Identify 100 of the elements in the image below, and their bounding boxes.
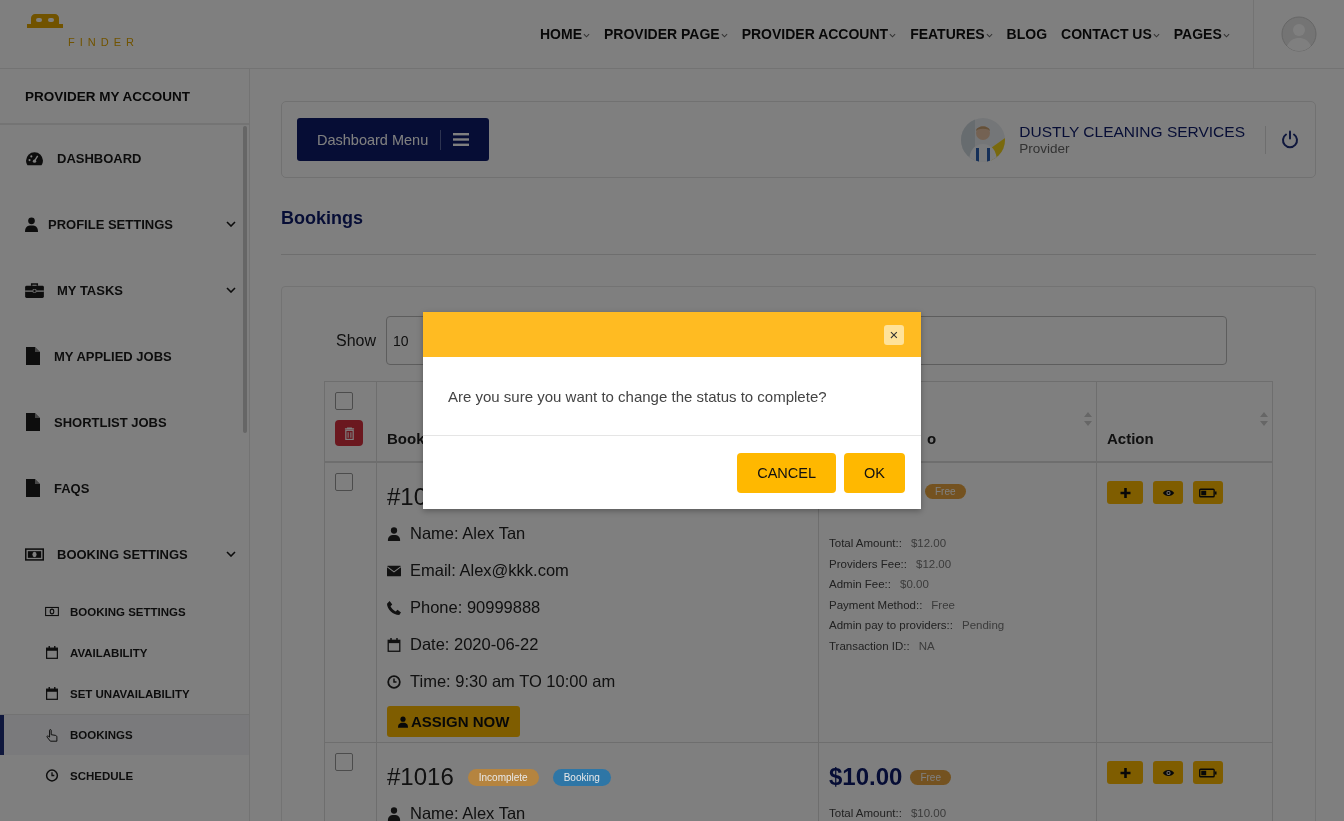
power-icon[interactable] — [1280, 129, 1300, 150]
booking-detail: Time: 9:30 am TO 10:00 am — [410, 672, 616, 691]
column-header: o — [927, 430, 937, 447]
banknote-icon — [45, 605, 59, 618]
sort-icon — [1260, 412, 1268, 426]
submenu-item[interactable]: BOOKING SETTINGS — [0, 591, 249, 632]
detail-label: Admin Fee:: — [829, 578, 891, 592]
detail-value: $10.00 — [910, 807, 947, 821]
submenu-item[interactable]: SCHEDULE — [0, 755, 249, 796]
sidebar-label: MY APPLIED JOBS — [54, 348, 173, 364]
detail-value: $0.00 — [900, 578, 929, 592]
document-icon — [25, 347, 41, 365]
detail-label: Providers Fee:: — [829, 557, 907, 572]
detail-value: NA — [918, 639, 935, 654]
briefcase-icon — [25, 282, 44, 298]
booking-detail: Date: 2020-06-22 — [410, 635, 539, 654]
page-title: Bookings — [281, 208, 364, 229]
sidebar-label: BOOKING SETTINGS — [57, 546, 189, 562]
cancel-button[interactable]: CANCEL — [737, 452, 837, 493]
sidebar-title: PROVIDER MY ACCOUNT — [0, 69, 249, 125]
detail-value: Pending — [962, 619, 1005, 633]
submenu-label: SET UNAVAILABILITY — [70, 687, 190, 700]
plus-icon — [1118, 766, 1132, 779]
user-icon — [398, 715, 408, 728]
delete-button[interactable] — [335, 420, 363, 446]
banknote-icon — [25, 546, 44, 562]
dashboard-menu-button[interactable]: Dashboard Menu — [297, 118, 490, 161]
submenu-item[interactable]: BOOKINGS — [0, 714, 249, 755]
user-icon — [387, 526, 401, 541]
select-all-checkbox[interactable] — [335, 392, 353, 410]
submenu-item[interactable]: AVAILABILITY — [0, 632, 249, 673]
nav-link[interactable]: PAGES — [1173, 26, 1230, 42]
submenu-label: SCHEDULE — [70, 769, 134, 782]
nav-link[interactable]: HOME — [540, 26, 590, 42]
payment-badge: Free — [910, 769, 951, 785]
sort-icon — [1084, 412, 1092, 426]
submenu-label: AVAILABILITY — [70, 646, 148, 659]
add-button[interactable] — [1107, 761, 1143, 784]
sidebar-label: PROFILE SETTINGS — [48, 216, 174, 232]
submenu-label: BOOKING SETTINGS — [70, 605, 186, 618]
clock-icon — [45, 769, 59, 782]
column-header: Book — [387, 430, 425, 447]
user-icon — [25, 216, 38, 232]
clock-icon — [387, 674, 401, 689]
detail-label: Admin pay to providers:: — [829, 619, 953, 633]
calendar-icon — [387, 637, 401, 652]
booking-detail: Name: Alex Tan — [410, 524, 526, 543]
row-checkbox[interactable] — [335, 473, 353, 491]
pointing-hand-icon — [45, 728, 59, 742]
detail-value: $12.00 — [910, 537, 947, 551]
status-button[interactable] — [1193, 761, 1223, 784]
booking-id: #1016 — [387, 763, 454, 791]
view-button[interactable] — [1153, 481, 1183, 504]
status-button[interactable] — [1193, 481, 1223, 504]
column-header: Action — [1107, 430, 1154, 447]
row-checkbox[interactable] — [335, 753, 353, 771]
document-icon — [25, 479, 41, 497]
price-amount: $10.00 — [829, 763, 903, 791]
status-badge: Booking — [552, 768, 611, 786]
ok-button[interactable]: OK — [844, 452, 905, 493]
detail-value: Free — [931, 598, 955, 613]
logo-icon — [27, 14, 63, 28]
sidebar-label: DASHBOARD — [57, 150, 143, 166]
booking-detail: Phone: 90999888 — [410, 598, 541, 617]
calendar-icon — [45, 687, 59, 700]
detail-label: Total Amount:: — [829, 807, 902, 821]
dialog-message: Are you sure you want to change the status to complete? — [448, 387, 827, 405]
view-button[interactable] — [1153, 761, 1183, 784]
close-button[interactable]: × — [884, 324, 904, 345]
sidebar-label: MY TASKS — [57, 282, 124, 298]
nav-link[interactable]: FEATURES — [910, 26, 993, 42]
document-icon — [25, 413, 41, 431]
booking-detail: Name: Alex Tan — [410, 804, 526, 821]
status-badge: Incomplete — [467, 768, 539, 786]
provider-name: DUSTLY CLEANING SERVICES — [1019, 123, 1245, 141]
trash-icon — [343, 426, 355, 440]
payment-badge: Free — [925, 483, 966, 499]
sidebar-label: SHORTLIST JOBS — [54, 414, 168, 430]
provider-role: Provider — [1019, 141, 1071, 156]
nav-link[interactable]: PROVIDER PAGE — [604, 26, 728, 42]
gauge-icon — [25, 150, 44, 166]
sidebar-item[interactable]: FAQS — [0, 455, 249, 521]
detail-label: Payment Method:: — [829, 598, 923, 613]
detail-label: Transaction ID:: — [829, 639, 910, 654]
sidebar-label: FAQS — [54, 480, 91, 496]
add-button[interactable] — [1107, 481, 1143, 504]
detail-label: Total Amount:: — [829, 537, 902, 551]
booking-detail: Email: Alex@kkk.com — [410, 561, 569, 580]
submenu-item[interactable]: SET UNAVAILABILITY — [0, 673, 249, 714]
phone-icon — [387, 600, 401, 615]
nav-link[interactable]: BLOG — [1006, 26, 1048, 42]
nav-link[interactable]: CONTACT US — [1061, 26, 1160, 42]
assign-now-button[interactable]: ASSIGN NOW — [387, 706, 521, 737]
detail-value: $12.00 — [916, 557, 952, 572]
plus-icon — [1118, 486, 1132, 499]
battery-icon — [1199, 487, 1217, 498]
nav-link[interactable]: PROVIDER ACCOUNT — [741, 26, 897, 42]
menu-icon — [453, 133, 470, 146]
sidebar-item[interactable]: BOOKING SETTINGS — [0, 521, 249, 587]
battery-icon — [1199, 767, 1217, 778]
